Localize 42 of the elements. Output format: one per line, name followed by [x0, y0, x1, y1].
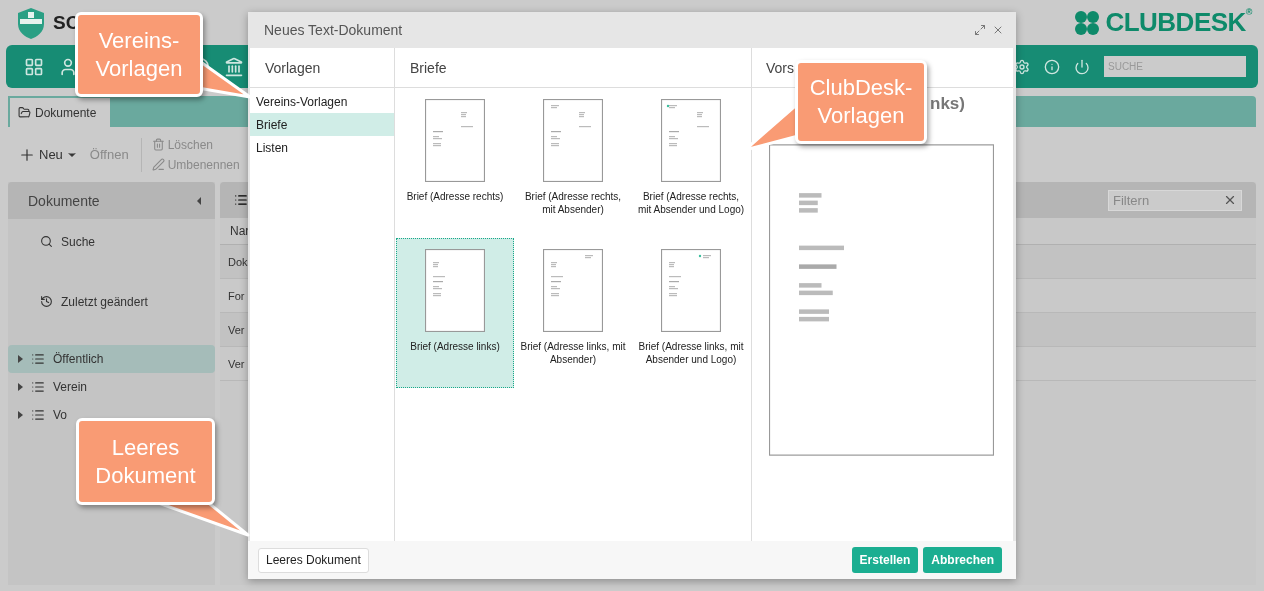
- callout: Vereins-Vorlagen: [75, 12, 203, 97]
- settings-icon[interactable]: [1014, 58, 1030, 75]
- sidebar-title: Dokumente: [28, 192, 100, 209]
- info-icon[interactable]: [1044, 58, 1060, 75]
- expand-icon[interactable]: [974, 24, 986, 36]
- template-item[interactable]: Brief (Adresse rechts, mit Absender und Logo): [632, 88, 750, 238]
- bank-icon[interactable]: [224, 56, 244, 77]
- history-icon: [40, 295, 53, 308]
- column-title: Vorlagen: [250, 48, 394, 88]
- filter-field[interactable]: Filtern: [1108, 189, 1242, 211]
- folder-item[interactable]: Öffentlich: [8, 345, 215, 373]
- blank-document-button[interactable]: Leeres Dokument: [258, 547, 369, 573]
- search-icon: [40, 235, 53, 248]
- brand-logo: CLUBDESK$^{®}$: [1105, 7, 1252, 38]
- power-icon[interactable]: [1074, 58, 1090, 75]
- user-icon[interactable]: [58, 56, 78, 77]
- folder-icon: [18, 106, 31, 119]
- list-icon: [31, 380, 45, 394]
- tab[interactable]: Dokumente: [8, 96, 111, 127]
- category-item[interactable]: Listen: [250, 136, 394, 159]
- list-icon: [31, 352, 45, 366]
- template-item[interactable]: Brief (Adresse links): [396, 238, 514, 388]
- dialog-title: Neues Text-Dokument: [264, 22, 403, 38]
- clover-logo-icon: [1073, 8, 1102, 37]
- trash-icon: [151, 138, 165, 151]
- category-item[interactable]: Briefe: [250, 113, 394, 136]
- template-item[interactable]: Brief (Adresse rechts): [396, 88, 514, 238]
- close-icon[interactable]: [992, 24, 1004, 36]
- collapse-icon[interactable]: [197, 196, 201, 205]
- list-icon: [31, 408, 45, 422]
- list-icon: [234, 193, 248, 207]
- category-item[interactable]: Vereins-Vorlagen: [250, 90, 394, 113]
- column-title: Briefe: [395, 48, 751, 88]
- folder-item[interactable]: Vo: [8, 401, 75, 429]
- folder-item[interactable]: Verein: [8, 373, 96, 401]
- dashboard-icon[interactable]: [24, 56, 44, 77]
- preview-title: nks): [930, 94, 965, 114]
- pencil-icon: [151, 158, 165, 171]
- sidebar-link[interactable]: Zuletzt geändert: [8, 264, 215, 339]
- new-button[interactable]: Neu: [18, 145, 78, 164]
- template-item[interactable]: Brief (Adresse rechts, mit Absender): [514, 88, 632, 238]
- sidebar-link[interactable]: Suche: [8, 219, 215, 264]
